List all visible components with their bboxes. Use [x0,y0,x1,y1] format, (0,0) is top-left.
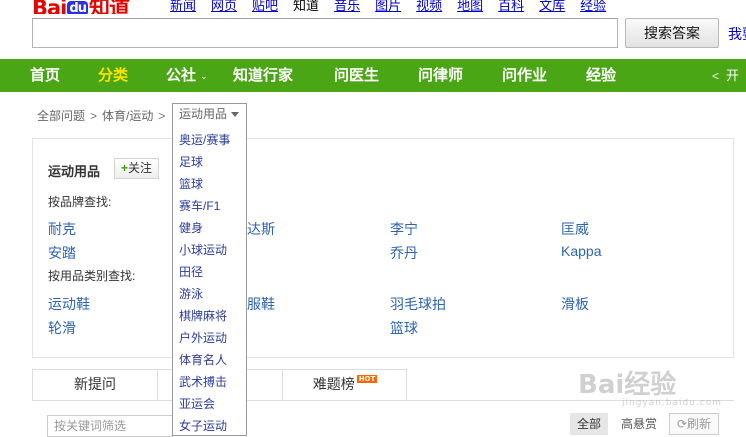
brand-link[interactable]: 乔丹 [390,243,418,263]
logo-text-left: Bai [32,0,67,14]
nav-community[interactable]: 公社 ⌄ [166,59,208,92]
baidu-zhidao-logo[interactable]: Bai du 知道 [32,0,130,14]
dropdown-current-label: 运动用品 [179,107,228,121]
brand-section-label: 按品牌查找: [48,195,112,209]
topnav-zhidao: 知道 [293,0,320,13]
dropdown-item[interactable]: 奥运/赛事 [179,131,230,148]
main-nav: 首页 分类 公社 ⌄ 知道行家 问医生 问律师 问作业 经验 < 开 [0,59,746,92]
filter-all-button[interactable]: 全部 [570,413,608,435]
dropdown-item[interactable]: 游泳 [179,285,203,302]
paw-icon: du [67,1,88,14]
brand-link[interactable]: 匡威 [561,219,589,239]
breadcrumb-separator: > [158,109,166,123]
search-answer-button[interactable]: 搜索答案 [625,18,719,48]
share-label: 开 [726,68,740,83]
nav-homework[interactable]: 问作业 [502,59,547,92]
brand-link[interactable]: 安踏 [48,243,76,263]
dropdown-item[interactable]: 小球运动 [179,241,227,258]
hot-badge: HOT [356,375,378,383]
nav-community-label: 公社 [166,66,197,84]
nav-home[interactable]: 首页 [30,59,60,92]
dropdown-item[interactable]: 户外运动 [179,329,227,346]
tab-new-questions[interactable]: 新提问 [33,370,157,401]
type-section-label: 按用品类别查找: [48,269,136,283]
brand-link[interactable]: 耐克 [48,219,76,239]
brand-link[interactable]: 李宁 [390,219,418,239]
breadcrumb-separator: > [90,109,98,123]
topnav-wenku[interactable]: 文库 [539,0,565,14]
dropdown-item[interactable]: 篮球 [179,175,203,192]
topnav-baike[interactable]: 百科 [498,0,524,14]
nav-experts[interactable]: 知道行家 [233,59,293,92]
follow-button[interactable]: +关注 [114,158,160,179]
breadcrumb: 全部问题 > 体育/运动 > [37,107,170,124]
tab-divider [157,370,158,401]
category-dropdown-menu: 奥运/赛事 足球 篮球 赛车/F1 健身 小球运动 田径 游泳 棋牌麻将 户外运… [172,125,247,436]
product-nav: 新闻 网页 贴吧 知道 音乐 图片 视频 地图 百科 文库 经验 [170,0,621,14]
share-button[interactable]: < 开 [712,59,739,92]
follow-label: 关注 [128,161,153,175]
nav-ask-doctor[interactable]: 问医生 [334,59,379,92]
topnav-map[interactable]: 地图 [457,0,483,14]
ask-question-link[interactable]: 我要 [728,24,746,44]
chevron-down-icon: ⌄ [200,72,208,82]
dropdown-item[interactable]: 棋牌麻将 [179,307,227,324]
logo-text-right: 知道 [88,0,130,14]
watermark-sub: jingyan.baidu.com [622,398,723,408]
topnav-tieba[interactable]: 贴吧 [252,0,278,14]
dropdown-item[interactable]: 女子运动 [179,417,227,434]
dropdown-item[interactable]: 足球 [179,153,203,170]
nav-ask-lawyer[interactable]: 问律师 [418,59,463,92]
nav-jingyan[interactable]: 经验 [586,59,616,92]
topnav-images[interactable]: 图片 [375,0,401,14]
tab-hard-questions[interactable]: 难题榜 HOT [283,370,407,401]
breadcrumb-sports[interactable]: 体育/运动 [102,109,153,123]
plus-icon: + [121,161,129,175]
type-link[interactable]: 篮球 [390,318,418,338]
keyword-filter-input[interactable]: 按关键词筛选 [47,415,173,437]
dropdown-item[interactable]: 田径 [179,263,203,280]
topnav-jingyan[interactable]: 经验 [580,0,606,14]
baidu-jingyan-watermark: Bai经验 jingyan.baidu.com [578,364,724,408]
type-link[interactable]: 羽毛球拍 [390,294,446,314]
filter-bounty-button[interactable]: 高悬赏 [614,413,664,435]
watermark-main: Bai经验 [578,370,677,400]
brand-link[interactable]: Kappa [561,243,601,259]
type-link[interactable]: 滑板 [561,294,589,314]
refresh-button[interactable]: ⟳刷新 [669,413,719,435]
topnav-video[interactable]: 视频 [416,0,442,14]
topnav-web[interactable]: 网页 [211,0,237,14]
topnav-news[interactable]: 新闻 [170,0,196,14]
breadcrumb-all-questions[interactable]: 全部问题 [37,109,85,123]
nav-category[interactable]: 分类 [98,59,128,92]
dropdown-item[interactable]: 健身 [179,219,203,236]
refresh-icon: ⟳ [676,417,688,431]
category-panel: 运动用品 +关注 按品牌查找: 耐克 阿迪达斯 李宁 匡威 安踏 乔丹 Kapp… [32,138,734,358]
dropdown-item[interactable]: 赛车/F1 [179,197,220,214]
dropdown-item[interactable]: 体育名人 [179,351,227,368]
tab-hard-label: 难题榜 [312,377,355,393]
topnav-music[interactable]: 音乐 [334,0,360,14]
category-title: 运动用品 [48,165,101,180]
search-input[interactable] [32,18,618,48]
caret-down-icon [231,112,240,117]
category-dropdown-trigger[interactable]: 运动用品 [172,103,247,126]
type-link[interactable]: 运动鞋 [48,294,90,314]
top-bar: Bai du 知道 新闻 网页 贴吧 知道 音乐 图片 视频 地图 百科 文库 经验 [0,0,746,14]
dropdown-item[interactable]: 亚运会 [179,395,215,412]
share-icon: < [712,69,720,83]
type-link[interactable]: 轮滑 [48,318,76,338]
refresh-label: 刷新 [687,417,712,431]
dropdown-item[interactable]: 武术搏击 [179,373,227,390]
